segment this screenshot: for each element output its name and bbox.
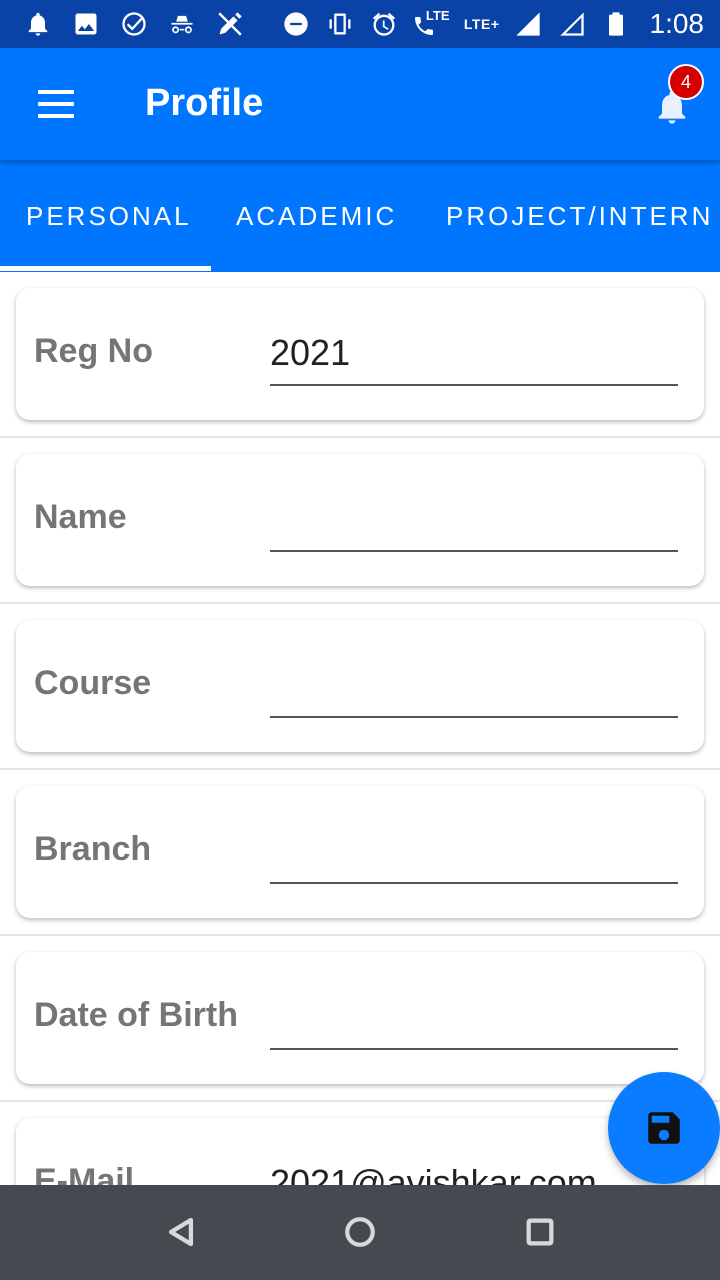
- notifications-button[interactable]: 4: [646, 64, 704, 134]
- field-card: Course: [16, 620, 704, 752]
- tab-academic[interactable]: ACADEMIC: [236, 160, 397, 272]
- field-row-course: Course: [0, 604, 720, 770]
- email-label: E-Mail: [34, 1162, 135, 1185]
- field-card: Name: [16, 454, 704, 586]
- reg-no-label: Reg No: [34, 332, 153, 370]
- branch-input[interactable]: [270, 826, 678, 884]
- course-label: Course: [34, 664, 152, 702]
- tab-bar: PERSONAL ACADEMIC PROJECT/INTERN: [0, 160, 720, 272]
- date-of-birth-label: Date of Birth: [34, 996, 238, 1034]
- field-card: Date of Birth: [16, 952, 704, 1084]
- incognito-icon: [166, 8, 198, 40]
- field-row-branch: Branch: [0, 770, 720, 936]
- save-icon: [648, 1112, 680, 1144]
- menu-icon[interactable]: [30, 84, 82, 124]
- signal-icon: [512, 8, 544, 40]
- reg-no-input[interactable]: 2021: [270, 328, 678, 386]
- broken-pen-icon: [214, 8, 246, 40]
- check-circle-icon: [118, 8, 150, 40]
- signal-empty-icon: [556, 8, 588, 40]
- clock: 1:08: [649, 8, 705, 39]
- app-bar: Profile 4: [0, 48, 720, 160]
- screen: LTE LTE+ 1:08 Profile 4 PERSONAL ACADEMI…: [0, 0, 720, 1280]
- tab-project-intern[interactable]: PROJECT/INTERN: [446, 160, 713, 272]
- network-lte-text: LTE: [425, 8, 450, 23]
- page-title: Profile: [145, 82, 264, 124]
- name-label: Name: [34, 498, 127, 536]
- field-row-reg-no: Reg No 2021: [0, 272, 720, 438]
- navigation-bar: [0, 1185, 720, 1280]
- notification-bell-icon: [22, 8, 54, 40]
- field-row-date-of-birth: Date of Birth: [0, 936, 720, 1102]
- do-not-disturb-icon: [280, 8, 312, 40]
- save-button[interactable]: [608, 1072, 720, 1184]
- status-left-icons: [22, 0, 246, 48]
- name-input[interactable]: [270, 494, 678, 552]
- tab-personal[interactable]: PERSONAL: [26, 160, 192, 272]
- image-icon: [70, 8, 102, 40]
- home-icon[interactable]: [335, 1207, 385, 1257]
- email-input[interactable]: 2021@avishkar.com: [270, 1158, 678, 1185]
- status-right-icons: LTE LTE+ 1:08: [280, 0, 704, 48]
- tab-indicator: [0, 266, 211, 271]
- volte-call-icon: LTE: [412, 8, 452, 40]
- back-icon[interactable]: [156, 1207, 206, 1257]
- notification-badge: 4: [668, 64, 704, 100]
- course-input[interactable]: [270, 660, 678, 718]
- field-card: Branch: [16, 786, 704, 918]
- network-lte-plus-text: LTE+: [463, 16, 500, 32]
- alarm-icon: [368, 8, 400, 40]
- status-bar: LTE LTE+ 1:08: [0, 0, 720, 48]
- vibrate-icon: [324, 8, 356, 40]
- field-card: E-Mail 2021@avishkar.com: [16, 1118, 704, 1185]
- branch-label: Branch: [34, 830, 152, 868]
- profile-form[interactable]: Reg No 2021 Name Course Branch Date of B…: [0, 272, 720, 1185]
- field-row-name: Name: [0, 438, 720, 604]
- date-of-birth-input[interactable]: [270, 992, 678, 1050]
- field-card: Reg No 2021: [16, 288, 704, 420]
- recents-icon[interactable]: [515, 1207, 565, 1257]
- battery-icon: [600, 8, 632, 40]
